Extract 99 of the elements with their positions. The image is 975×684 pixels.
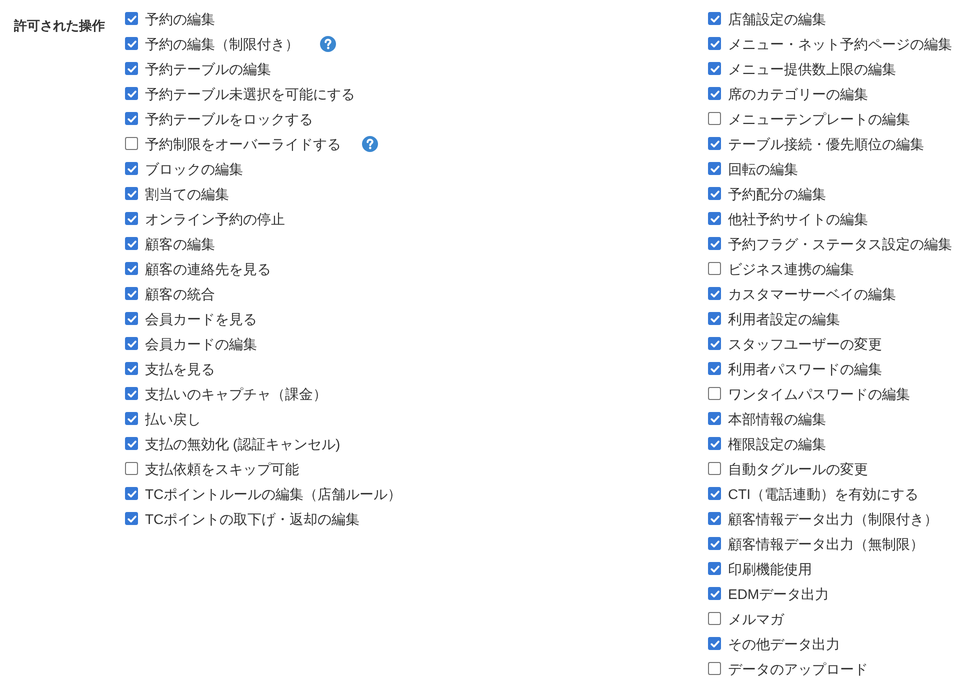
permission-label: 支払を見る [145,360,215,378]
checkbox[interactable] [125,162,138,175]
checkbox[interactable] [125,387,138,400]
checkbox[interactable] [125,487,138,500]
checkbox[interactable] [708,612,721,625]
permission-label: 本部情報の編集 [728,410,826,428]
checkbox[interactable] [125,412,138,425]
checkbox[interactable] [708,387,721,400]
permission-label: メニュー・ネット予約ページの編集 [728,34,952,54]
checkbox[interactable] [708,562,721,575]
section-label: 許可された操作 [14,18,105,33]
permission-label: 顧客情報データ出力（無制限） [728,534,924,554]
checkbox[interactable] [125,62,138,75]
checkbox[interactable] [708,337,721,350]
checkbox[interactable] [708,312,721,325]
checkbox[interactable] [708,287,721,300]
checkbox[interactable] [708,512,721,525]
checkbox[interactable] [708,462,721,475]
permission-label: 顧客の連絡先を見る [145,260,271,278]
checkbox[interactable] [125,437,138,450]
permission-label: オンライン予約の停止 [145,210,285,228]
permission-label: EDMデータ出力 [728,584,830,604]
permission-label: 予約の編集 [145,10,215,28]
permission-label: 予約テーブルをロックする [145,110,313,128]
checkbox[interactable] [125,187,138,200]
permission-label: 顧客情報データ出力（制限付き） [728,510,938,528]
permission-label: 顧客の統合 [145,284,215,304]
checkbox[interactable] [125,287,138,300]
permission-label: CTI（電話連動）を有効にする [728,484,919,504]
checkbox[interactable] [125,237,138,250]
permission-label: TCポイントの取下げ・返却の編集 [145,510,360,528]
checkbox[interactable] [125,312,138,325]
checkbox[interactable] [125,87,138,100]
permission-label: スタッフユーザーの変更 [728,334,882,354]
checkbox[interactable] [708,62,721,75]
permission-label: ビジネス連携の編集 [728,260,854,278]
checkbox[interactable] [708,87,721,100]
checkbox[interactable] [708,362,721,375]
checkbox[interactable] [708,537,721,550]
checkbox[interactable] [125,362,138,375]
permission-label: 予約の編集（制限付き） [145,34,299,54]
permission-label: 払い戻し [145,410,201,428]
checkbox[interactable] [708,137,721,150]
permission-label: ブロックの編集 [145,160,243,178]
checkbox[interactable] [708,37,721,50]
checkbox[interactable] [708,187,721,200]
checkbox[interactable] [708,662,721,675]
permission-label: 自動タグルールの変更 [728,460,868,478]
permission-label: カスタマーサーベイの編集 [728,284,896,304]
permission-label: メニューテンプレートの編集 [728,110,910,128]
checkbox[interactable] [125,262,138,275]
permission-label: 支払依頼をスキップ可能 [145,460,299,478]
permission-label: 席のカテゴリーの編集 [728,84,868,104]
checkbox[interactable] [708,437,721,450]
permission-label: 顧客の編集 [145,234,215,254]
permission-label: 予約テーブルの編集 [145,60,271,78]
checkbox[interactable] [708,162,721,175]
checkbox[interactable] [708,112,721,125]
permission-label: 予約テーブル未選択を可能にする [145,84,355,104]
checkbox[interactable] [708,587,721,600]
permission-label: メニュー提供数上限の編集 [728,60,896,78]
checkbox[interactable] [125,462,138,475]
permission-label: 割当ての編集 [145,184,229,204]
checkbox[interactable] [125,12,138,25]
help-icon[interactable] [320,36,336,52]
permission-label: 予約制限をオーバーライドする [145,134,341,154]
checkbox[interactable] [708,237,721,250]
permission-label: TCポイントルールの編集（店舗ルール） [145,484,402,504]
permission-label: 支払いのキャプチャ（課金） [145,384,327,404]
permission-label: データのアップロード [728,660,868,678]
checkbox[interactable] [708,637,721,650]
checkbox[interactable] [708,412,721,425]
permission-label: 利用者パスワードの編集 [728,360,882,378]
permission-label: 予約フラグ・ステータス設定の編集 [728,234,952,254]
checkbox[interactable] [125,112,138,125]
permission-label: 会員カードを見る [145,310,257,328]
checkbox[interactable] [708,12,721,25]
permission-label: 他社予約サイトの編集 [728,210,868,228]
permission-label: 店舗設定の編集 [728,10,826,28]
checkbox[interactable] [708,212,721,225]
permission-label: テーブル接続・優先順位の編集 [728,134,924,154]
checkbox[interactable] [125,512,138,525]
permission-label: メルマガ [728,610,784,628]
permission-label: ワンタイムパスワードの編集 [728,384,910,404]
checkbox[interactable] [125,337,138,350]
permission-label: 印刷機能使用 [728,560,812,578]
checkbox[interactable] [125,212,138,225]
permission-label: その他データ出力 [728,634,840,654]
checkbox[interactable] [708,262,721,275]
checkbox[interactable] [125,137,138,150]
checkbox[interactable] [125,37,138,50]
help-icon[interactable] [362,136,378,152]
permission-label: 会員カードの編集 [145,334,257,354]
permission-label: 利用者設定の編集 [728,310,840,328]
checkbox[interactable] [708,487,721,500]
permission-label: 予約配分の編集 [728,184,826,204]
permission-label: 回転の編集 [728,160,798,178]
permission-label: 権限設定の編集 [728,434,826,454]
permission-label: 支払の無効化 (認証キャンセル) [145,434,340,454]
